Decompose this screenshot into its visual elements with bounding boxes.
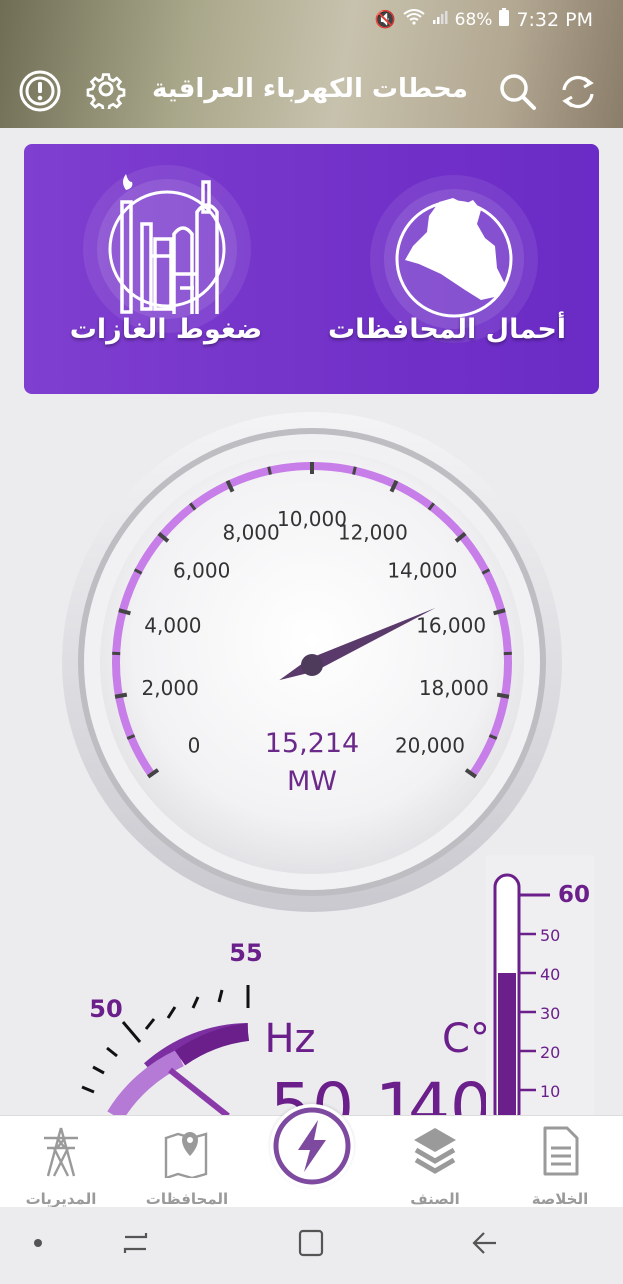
freq-tick-low: 50	[89, 995, 122, 1023]
temp-value: 40	[408, 1069, 492, 1116]
card-province-loads[interactable]: أحمال المحافظات	[312, 144, 599, 394]
gauge-unit: MW	[287, 766, 337, 797]
card-loads-label: أحمال المحافظات	[317, 314, 577, 345]
gauge-dial: 0 2,000 4,000 6,000 8,00010,00012,000 14,000 1…	[60, 410, 564, 914]
map-pin-icon	[162, 1124, 212, 1178]
gauge-minor-tick	[354, 467, 356, 475]
nav-label-summary: الخلاصة	[505, 1190, 615, 1208]
nav-label-provinces: المحافظات	[132, 1190, 242, 1208]
nav-label-category: الصنف	[380, 1190, 490, 1208]
power-tower-icon	[36, 1124, 86, 1178]
lightning-icon	[270, 1104, 354, 1188]
thermometer-label: 60	[558, 882, 590, 908]
battery-icon	[499, 8, 509, 31]
gauge-minor-tick	[269, 467, 271, 475]
gear-icon	[86, 69, 126, 109]
info-alert-button[interactable]	[18, 69, 62, 113]
bottom-nav: المديريات المحافظات الصنف الخلاصة	[0, 1115, 623, 1208]
category-cards: ضغوط الغازات أحمال المحافظات	[24, 144, 599, 394]
freq-unit: Hz	[264, 1016, 315, 1062]
nav-item-home[interactable]	[270, 1104, 354, 1188]
wifi-icon	[403, 9, 425, 30]
card-gas-pressures[interactable]: ضغوط الغازات	[24, 144, 311, 394]
mute-icon: 🔇	[374, 10, 395, 30]
thermometer-label: 40	[540, 965, 560, 984]
gauge-tick-label: 12,000	[338, 520, 408, 544]
thermometer-label: 20	[540, 1043, 560, 1062]
recents-icon[interactable]	[125, 1233, 146, 1253]
signal-icon	[432, 9, 448, 30]
document-icon	[535, 1124, 585, 1178]
refresh-icon	[556, 70, 600, 114]
thermometer-label: 50	[540, 926, 560, 945]
gauge-hub	[301, 654, 323, 676]
clock: 7:32 PM	[516, 9, 593, 31]
gas-plant-icon	[82, 164, 252, 334]
thermometer-ticks: 60 50 40 30 20 10	[519, 882, 590, 1101]
system-nav-bar	[0, 1207, 623, 1280]
search-button[interactable]	[496, 70, 540, 114]
gauge-tick-label: 20,000	[395, 734, 465, 758]
app-header: 🔇 68% 7:32 PM محطات ال	[0, 0, 623, 128]
battery-percent: 68%	[455, 10, 493, 30]
status-bar: 🔇 68% 7:32 PM	[0, 0, 623, 40]
thermometer-scale: 60 50 40 30 20 10	[486, 855, 594, 1116]
thermometer-label: 10	[540, 1082, 560, 1101]
gauge-tick-label: 0	[188, 734, 201, 758]
freq-tick-high: 55	[229, 939, 262, 967]
layers-icon	[410, 1124, 460, 1178]
card-gas-label: ضغوط الغازات	[36, 314, 296, 345]
gauge-tick-label: 4,000	[144, 614, 201, 638]
nav-item-directorates[interactable]: المديريات	[6, 1124, 116, 1182]
search-icon	[496, 70, 540, 114]
nav-label-directorates: المديريات	[6, 1190, 116, 1208]
thermometer-fill	[498, 973, 516, 1116]
nav-item-category[interactable]: الصنف	[380, 1124, 490, 1182]
gauge-tick-label: 16,000	[416, 614, 486, 638]
gauge-value: 15,214	[265, 728, 359, 759]
thermometer: 60 50 40 30 20 10	[486, 855, 594, 1116]
app-title: محطات الكهرباء العراقية	[150, 74, 470, 104]
dot-icon	[34, 1239, 42, 1247]
gauge-major-tick	[497, 695, 509, 697]
gauge-tick-label: 6,000	[173, 558, 230, 582]
gauge-tick-label: 18,000	[419, 676, 489, 700]
temp-unit: C°	[442, 1016, 490, 1062]
refresh-button[interactable]	[556, 70, 600, 114]
gauge-major-tick	[115, 695, 127, 697]
load-gauge: 0 2,000 4,000 6,000 8,00010,00012,000 14,000 1…	[60, 410, 564, 914]
settings-button[interactable]	[86, 69, 130, 113]
nav-item-summary[interactable]: الخلاصة	[505, 1124, 615, 1182]
back-icon[interactable]	[474, 1233, 496, 1253]
gauge-tick-label: 10,000	[277, 507, 347, 531]
gauge-tick-label: 2,000	[142, 676, 199, 700]
gauge-tick-label: 14,000	[387, 558, 457, 582]
alert-icon	[18, 69, 62, 113]
home-icon[interactable]	[300, 1231, 322, 1255]
nav-item-provinces[interactable]: المحافظات	[132, 1124, 242, 1182]
gauge-tick-label: 8,000	[223, 520, 280, 544]
thermometer-label: 30	[540, 1004, 560, 1023]
